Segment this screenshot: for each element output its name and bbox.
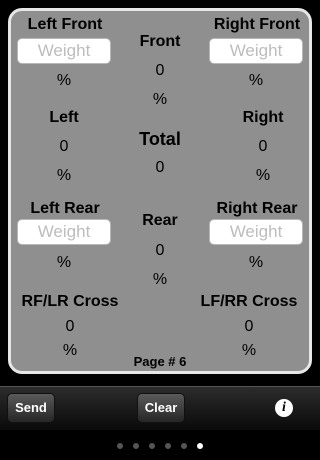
left-rear-label: Left Rear <box>30 200 100 217</box>
rear-value: 0 <box>155 242 165 259</box>
front-label: Front <box>139 33 181 50</box>
total-value: 0 <box>155 159 165 176</box>
left-front-percent: % <box>56 72 72 89</box>
rf-lr-cross-percent: % <box>62 342 78 359</box>
right-front-label: Right Front <box>213 16 301 33</box>
page-dot[interactable] <box>117 442 123 449</box>
right-percent: % <box>255 167 271 184</box>
left-percent: % <box>56 167 72 184</box>
right-rear-percent: % <box>248 254 264 271</box>
left-rear-weight-input[interactable] <box>17 219 111 245</box>
right-value: 0 <box>258 138 268 155</box>
info-icon[interactable]: i <box>275 399 293 417</box>
left-value: 0 <box>59 138 69 155</box>
page-dot[interactable] <box>133 442 139 449</box>
right-rear-label: Right Rear <box>216 200 298 217</box>
left-front-weight-input[interactable] <box>17 38 111 64</box>
page-dot[interactable] <box>197 442 203 449</box>
front-percent: % <box>152 91 168 108</box>
total-label: Total <box>139 129 181 149</box>
right-rear-weight-input[interactable] <box>209 219 303 245</box>
rf-lr-cross-label: RF/LR Cross <box>21 293 119 310</box>
left-rear-percent: % <box>56 254 72 271</box>
page-dot[interactable] <box>149 442 155 449</box>
rear-label: Rear <box>142 212 178 229</box>
lf-rr-cross-percent: % <box>241 342 257 359</box>
right-front-weight-input[interactable] <box>209 38 303 64</box>
clear-button[interactable]: Clear <box>137 393 185 423</box>
lf-rr-cross-value: 0 <box>244 318 254 335</box>
left-label: Left <box>49 109 79 126</box>
front-value: 0 <box>155 62 165 79</box>
page-dot[interactable] <box>181 442 187 449</box>
rf-lr-cross-value: 0 <box>65 318 75 335</box>
page-indicator[interactable] <box>0 437 320 449</box>
send-button[interactable]: Send <box>7 393 55 423</box>
page-number-label: Page # 6 <box>133 354 187 369</box>
rear-percent: % <box>152 271 168 288</box>
page-dot[interactable] <box>165 442 171 449</box>
lf-rr-cross-label: LF/RR Cross <box>200 293 298 310</box>
left-front-label: Left Front <box>27 16 103 33</box>
right-label: Right <box>242 109 284 126</box>
right-front-percent: % <box>248 72 264 89</box>
